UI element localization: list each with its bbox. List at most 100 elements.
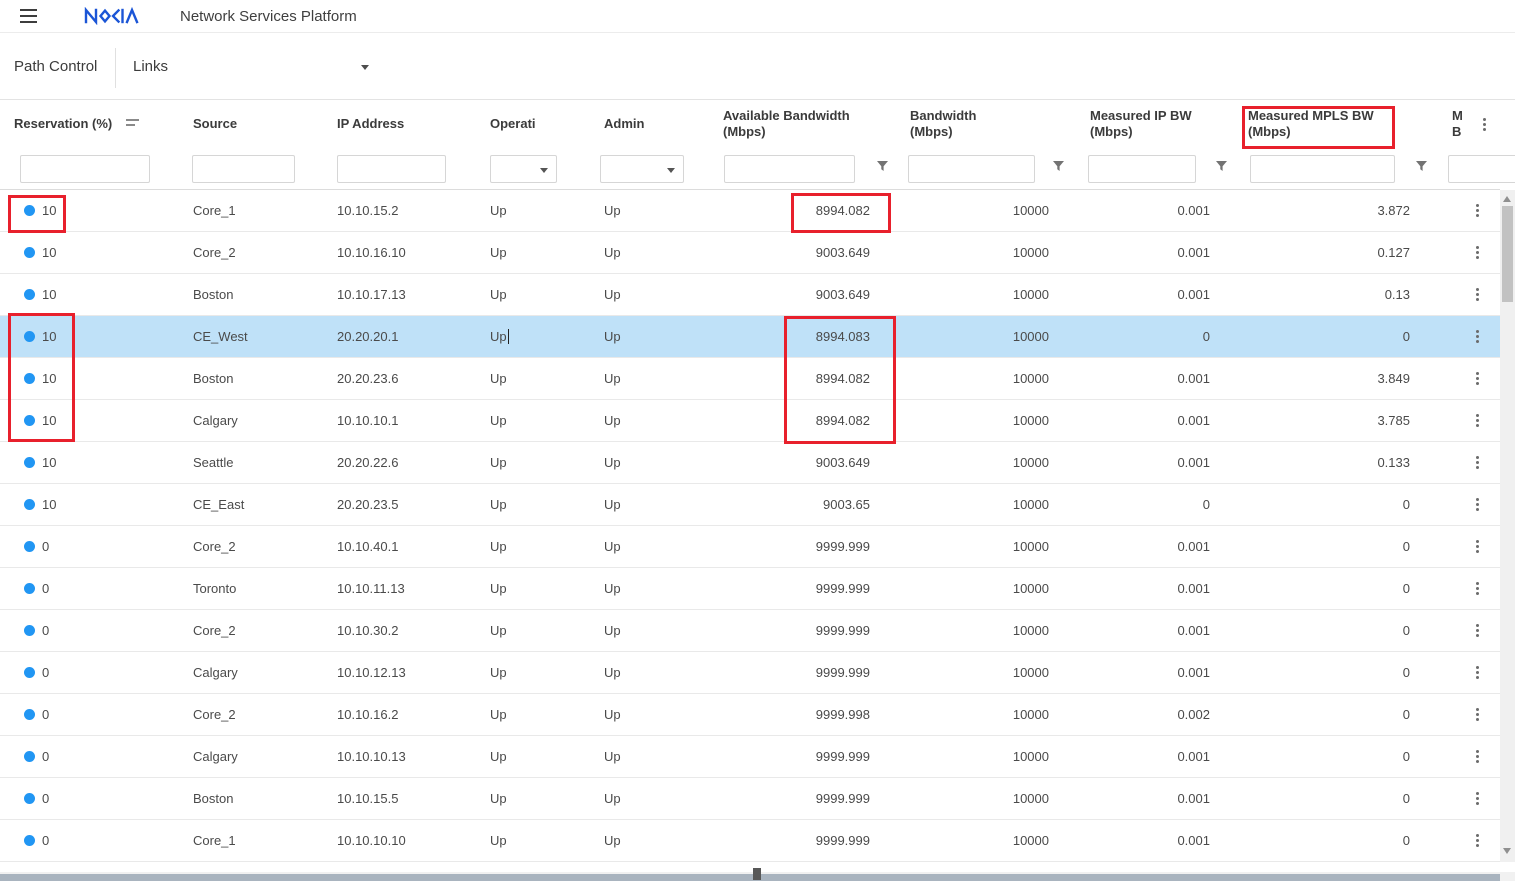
cell-source-value: Core_1 xyxy=(193,203,236,218)
cell-measured-mpls-bw: 0.127 xyxy=(1236,232,1437,273)
cell-bandwidth: 10000 xyxy=(895,610,1073,651)
filter-funnel-icon-measured-ip-bw[interactable] xyxy=(1215,160,1228,178)
row-menu-icon[interactable] xyxy=(1473,789,1482,808)
row-menu-icon[interactable] xyxy=(1473,831,1482,850)
cell-available-bw: 9999.999 xyxy=(716,778,895,819)
cell-measured-ip-bw: 0.001 xyxy=(1073,820,1236,861)
cell-measured-ip-bw: 0.001 xyxy=(1073,232,1236,273)
cell-row-menu xyxy=(1437,820,1500,861)
column-header-source[interactable]: Source xyxy=(178,100,330,148)
table-row[interactable]: 0Core_210.10.40.1UpUp9999.999100000.0010 xyxy=(0,526,1500,568)
filter-funnel-icon-available-bw[interactable] xyxy=(876,160,889,178)
table-row[interactable]: 10Calgary10.10.10.1UpUp8994.082100000.00… xyxy=(0,400,1500,442)
filter-input-available-bw[interactable] xyxy=(724,155,855,183)
filter-input-bandwidth[interactable] xyxy=(908,155,1035,183)
table-row[interactable]: 10Core_110.10.15.2UpUp8994.082100000.001… xyxy=(0,190,1500,232)
row-menu-icon[interactable] xyxy=(1473,201,1482,220)
column-menu-icon[interactable] xyxy=(1480,115,1489,134)
cell-admin-value: Up xyxy=(604,287,621,302)
nav-path-control[interactable]: Path Control xyxy=(14,58,97,75)
cell-ip-address: 10.10.11.13 xyxy=(330,568,483,609)
row-menu-icon[interactable] xyxy=(1473,663,1482,682)
column-header-partial[interactable]: M B xyxy=(1437,100,1500,148)
column-header-ip-address[interactable]: IP Address xyxy=(330,100,483,148)
column-header-operational[interactable]: Operati xyxy=(483,100,597,148)
cell-measured-mpls-bw: 0.133 xyxy=(1236,442,1437,483)
cell-admin: Up xyxy=(597,190,716,231)
cell-bandwidth: 10000 xyxy=(895,568,1073,609)
row-menu-icon[interactable] xyxy=(1473,369,1482,388)
table-row[interactable]: 10Boston10.10.17.13UpUp9003.649100000.00… xyxy=(0,274,1500,316)
status-dot-icon xyxy=(24,373,35,384)
table-row[interactable]: 10Boston20.20.23.6UpUp8994.082100000.001… xyxy=(0,358,1500,400)
cell-bandwidth: 10000 xyxy=(895,442,1073,483)
cell-available-bw-value: 9999.999 xyxy=(816,539,870,554)
table-row[interactable]: 0Toronto10.10.11.13UpUp9999.999100000.00… xyxy=(0,568,1500,610)
hamburger-menu-icon[interactable] xyxy=(20,9,37,23)
scroll-up-arrow-icon[interactable] xyxy=(1503,196,1511,202)
column-header-measured-mpls-bw[interactable]: Measured MPLS BW (Mbps) xyxy=(1236,100,1437,148)
filter-input-ip-address[interactable] xyxy=(337,155,446,183)
cell-bandwidth: 10000 xyxy=(895,736,1073,777)
cell-bandwidth-value: 10000 xyxy=(1013,455,1049,470)
column-header-reservation[interactable]: Reservation (%) xyxy=(0,100,178,148)
table-row[interactable]: 10Seattle20.20.22.6UpUp9003.649100000.00… xyxy=(0,442,1500,484)
cell-measured-mpls-bw-value: 0 xyxy=(1403,749,1410,764)
horizontal-scrollbar-thumb[interactable] xyxy=(0,874,1500,881)
row-menu-icon[interactable] xyxy=(1473,579,1482,598)
row-menu-icon[interactable] xyxy=(1473,411,1482,430)
row-menu-icon[interactable] xyxy=(1473,705,1482,724)
cell-bandwidth-value: 10000 xyxy=(1013,329,1049,344)
table-row[interactable]: 10CE_West20.20.20.1UpUp8994.0831000000 xyxy=(0,316,1500,358)
row-menu-icon[interactable] xyxy=(1473,285,1482,304)
cell-row-menu xyxy=(1437,232,1500,273)
filter-input-measured-ip-bw[interactable] xyxy=(1088,155,1196,183)
cell-source-value: Boston xyxy=(193,287,233,302)
cell-operational-value: Up xyxy=(490,245,507,260)
table-row[interactable]: 0Core_210.10.30.2UpUp9999.999100000.0010 xyxy=(0,610,1500,652)
table-row[interactable]: 10Core_210.10.16.10UpUp9003.649100000.00… xyxy=(0,232,1500,274)
vertical-scrollbar[interactable] xyxy=(1500,190,1515,862)
table-row[interactable]: 0Core_210.10.16.2UpUp9999.998100000.0020 xyxy=(0,694,1500,736)
cell-measured-ip-bw: 0.001 xyxy=(1073,526,1236,567)
row-menu-icon[interactable] xyxy=(1473,453,1482,472)
table-row[interactable]: 0Boston10.10.15.5UpUp9999.999100000.0010 xyxy=(0,778,1500,820)
links-dropdown[interactable]: Links xyxy=(133,58,168,75)
row-menu-icon[interactable] xyxy=(1473,537,1482,556)
table-row[interactable]: 0Calgary10.10.10.13UpUp9999.999100000.00… xyxy=(0,736,1500,778)
cell-measured-mpls-bw: 0 xyxy=(1236,526,1437,567)
row-menu-icon[interactable] xyxy=(1473,621,1482,640)
cell-source-value: Core_2 xyxy=(193,539,236,554)
column-header-measured-ip-bw[interactable]: Measured IP BW (Mbps) xyxy=(1073,100,1236,148)
filter-funnel-icon-bandwidth[interactable] xyxy=(1052,160,1065,178)
filter-input-reservation[interactable] xyxy=(20,155,150,183)
column-header-available-bw[interactable]: Available Bandwidth (Mbps) xyxy=(716,100,895,148)
column-header-bandwidth[interactable]: Bandwidth (Mbps) xyxy=(895,100,1073,148)
filter-select-admin[interactable] xyxy=(600,155,684,183)
filter-funnel-icon-measured-mpls-bw[interactable] xyxy=(1415,160,1428,178)
table-row[interactable]: 10CE_East20.20.23.5UpUp9003.651000000 xyxy=(0,484,1500,526)
row-menu-icon[interactable] xyxy=(1473,243,1482,262)
cell-source-value: Boston xyxy=(193,371,233,386)
row-menu-icon[interactable] xyxy=(1473,747,1482,766)
cell-bandwidth-value: 10000 xyxy=(1013,203,1049,218)
filter-input-source[interactable] xyxy=(192,155,295,183)
links-dropdown-caret-icon[interactable] xyxy=(361,65,369,70)
column-header-admin[interactable]: Admin xyxy=(597,100,716,148)
cell-source-value: CE_East xyxy=(193,497,244,512)
cell-available-bw-value: 8994.083 xyxy=(816,329,870,344)
table-row[interactable]: 0Calgary10.10.12.13UpUp9999.999100000.00… xyxy=(0,652,1500,694)
scrollbar-drag-handle[interactable] xyxy=(753,868,761,880)
cell-admin-value: Up xyxy=(604,707,621,722)
scroll-down-arrow-icon[interactable] xyxy=(1503,848,1511,854)
vertical-scrollbar-thumb[interactable] xyxy=(1502,206,1513,302)
cell-measured-mpls-bw: 0 xyxy=(1236,736,1437,777)
filter-input-measured-mpls-bw[interactable] xyxy=(1250,155,1395,183)
row-menu-icon[interactable] xyxy=(1473,327,1482,346)
cell-row-menu xyxy=(1437,358,1500,399)
filter-input-partial[interactable] xyxy=(1448,155,1515,183)
table-row[interactable]: 0Core_110.10.10.10UpUp9999.999100000.001… xyxy=(0,820,1500,862)
filter-select-operational[interactable] xyxy=(490,155,557,183)
row-menu-icon[interactable] xyxy=(1473,495,1482,514)
filter-row xyxy=(0,148,1500,190)
